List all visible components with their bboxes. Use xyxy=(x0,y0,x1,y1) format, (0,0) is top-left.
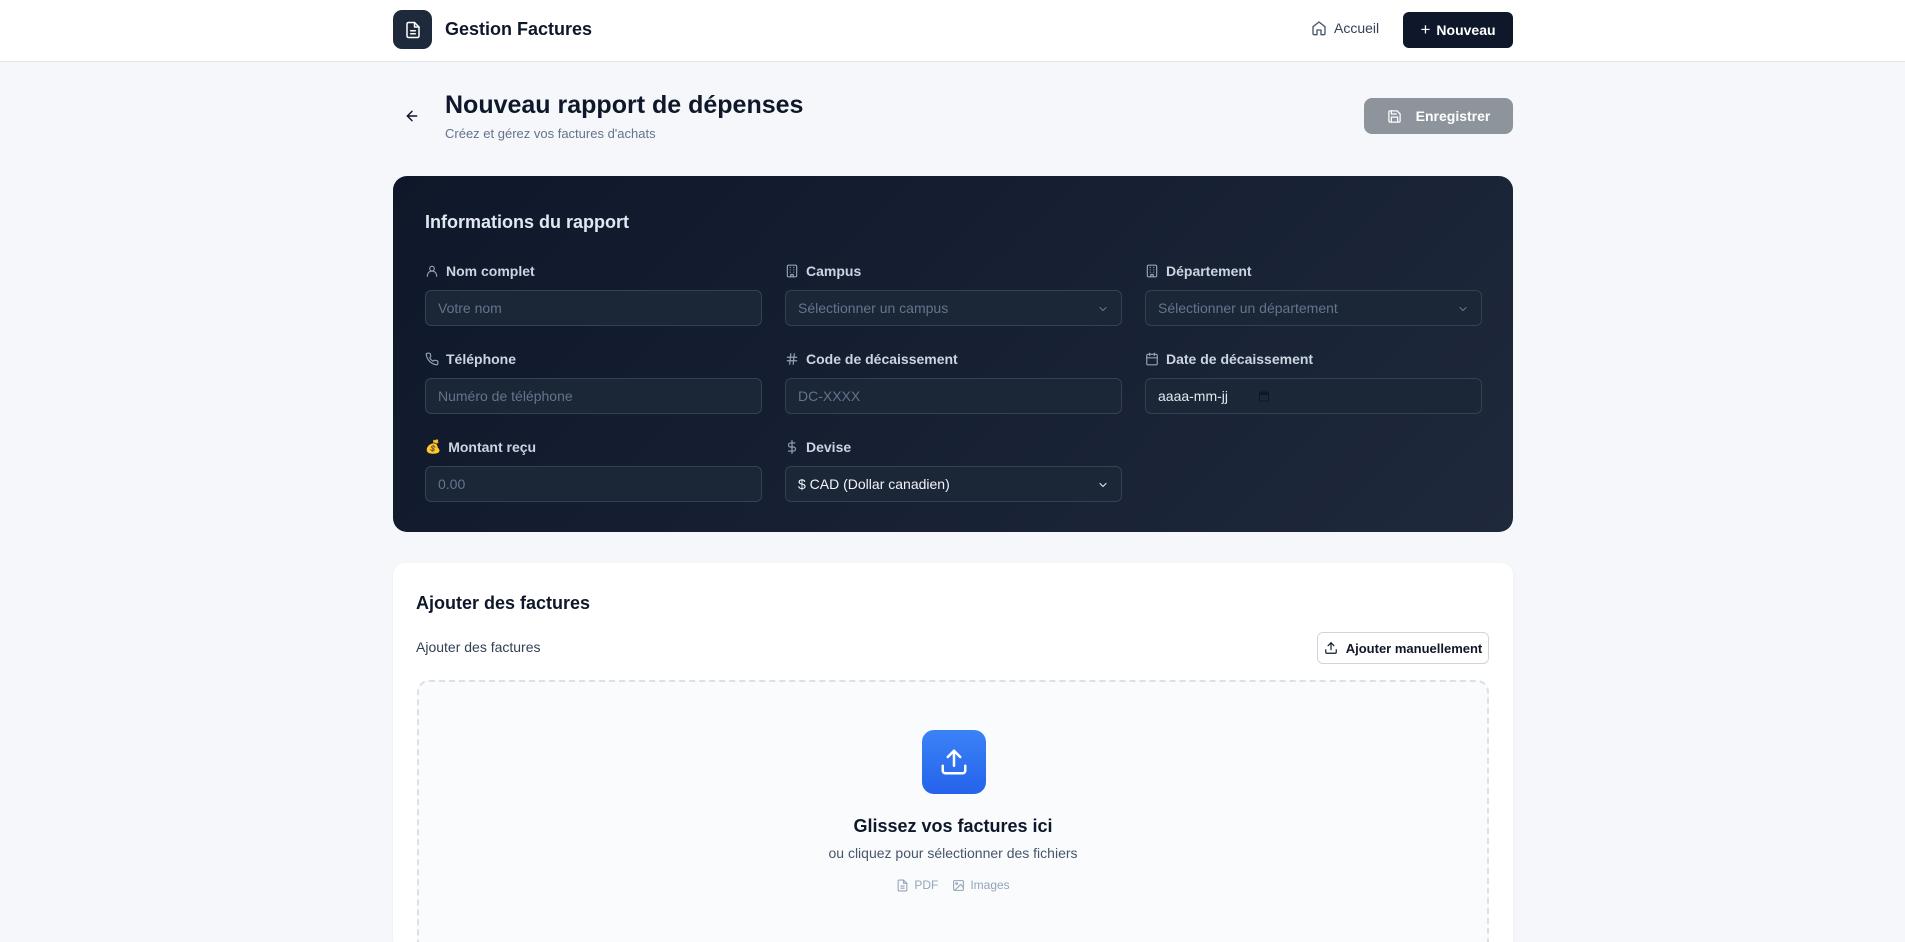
department-placeholder: Sélectionner un département xyxy=(1158,300,1338,316)
back-button[interactable] xyxy=(400,104,424,128)
nav-home-link[interactable]: Accueil xyxy=(1311,20,1379,36)
amount-label: Montant reçu xyxy=(448,439,537,455)
phone-label: Téléphone xyxy=(446,351,517,367)
campus-field-group: Campus Sélectionner un campus xyxy=(785,262,1122,326)
campus-select[interactable]: Sélectionner un campus xyxy=(785,290,1122,326)
calendar-icon xyxy=(1146,352,1158,366)
accepted-file-types: PDF Images xyxy=(419,878,1487,892)
add-manually-label: Ajouter manuellement xyxy=(1345,640,1483,656)
new-report-button[interactable]: + Nouveau xyxy=(1403,12,1513,48)
home-icon xyxy=(1312,21,1326,36)
campus-label: Campus xyxy=(806,263,862,279)
plus-icon: + xyxy=(1420,20,1431,39)
phone-icon xyxy=(425,352,439,366)
document-icon xyxy=(393,10,432,49)
department-select[interactable]: Sélectionner un département xyxy=(1145,290,1482,326)
chevron-down-icon xyxy=(1459,306,1467,312)
calendar-picker-icon[interactable] xyxy=(1258,390,1270,402)
brand-name: Gestion Factures xyxy=(445,19,593,39)
currency-label: Devise xyxy=(806,439,852,455)
invoices-card: Ajouter des factures Ajouter des facture… xyxy=(393,563,1513,942)
date-input[interactable]: aaaa-mm-jj xyxy=(1145,378,1482,414)
building-icon xyxy=(786,264,798,278)
money-bag-icon: 💰 xyxy=(425,439,442,454)
nav-home-label: Accueil xyxy=(1334,20,1380,36)
file-type-images: Images xyxy=(952,878,1010,892)
page-subtitle: Créez et gérez vos factures d'achats xyxy=(445,126,656,141)
brand[interactable]: Gestion Factures xyxy=(393,10,592,49)
currency-select[interactable]: $ CAD (Dollar canadien) xyxy=(785,466,1122,502)
save-label: Enregistrer xyxy=(1415,108,1491,124)
phone-input[interactable] xyxy=(438,388,749,404)
user-icon xyxy=(426,265,438,277)
currency-field-group: Devise $ CAD (Dollar canadien) xyxy=(785,438,1122,502)
amount-field-group: 💰 Montant reçu xyxy=(425,438,762,502)
upload-icon xyxy=(922,730,986,794)
currency-value: $ CAD (Dollar canadien) xyxy=(798,476,950,492)
image-icon xyxy=(953,879,965,891)
date-placeholder: aaaa-mm-jj xyxy=(1158,388,1229,404)
date-label: Date de décaissement xyxy=(1166,351,1314,367)
chevron-down-icon xyxy=(1099,482,1107,488)
code-input[interactable] xyxy=(798,388,1109,404)
name-field-group: Nom complet xyxy=(425,262,762,326)
building-icon xyxy=(1146,264,1158,278)
invoice-dropzone[interactable]: Glissez vos factures ici ou cliquez pour… xyxy=(417,680,1489,942)
hash-icon xyxy=(786,353,798,365)
new-report-label: Nouveau xyxy=(1436,22,1496,38)
campus-placeholder: Sélectionner un campus xyxy=(798,300,949,316)
date-field-group: Date de décaissement aaaa-mm-jj xyxy=(1145,350,1482,414)
page-title: Nouveau rapport de dépenses xyxy=(445,91,804,119)
add-manually-button[interactable]: Ajouter manuellement xyxy=(1317,632,1489,664)
upload-icon xyxy=(1324,642,1337,654)
dropzone-subtitle: ou cliquez pour sélectionner des fichier… xyxy=(828,845,1078,861)
phone-field-group: Téléphone xyxy=(425,350,762,414)
save-icon xyxy=(1387,109,1401,123)
code-field-group: Code de décaissement xyxy=(785,350,1122,414)
save-button[interactable]: Enregistrer xyxy=(1364,98,1513,134)
name-label: Nom complet xyxy=(446,263,535,279)
invoices-subtitle: Ajouter des factures xyxy=(416,639,541,655)
chevron-down-icon xyxy=(1099,306,1107,312)
top-navbar: Gestion Factures Accueil + Nouveau xyxy=(0,0,1905,62)
dropzone-title: Glissez vos factures ici xyxy=(853,816,1053,836)
arrow-left-icon xyxy=(406,110,418,122)
file-type-pdf: PDF xyxy=(896,878,938,892)
department-label: Département xyxy=(1166,263,1252,279)
invoices-title: Ajouter des factures xyxy=(416,593,591,613)
department-field-group: Département Sélectionner un département xyxy=(1145,262,1482,326)
file-icon xyxy=(897,879,908,891)
name-input[interactable] xyxy=(438,300,749,316)
report-info-card: Informations du rapport Nom complet Camp… xyxy=(393,176,1513,532)
amount-input[interactable] xyxy=(438,476,749,492)
code-label: Code de décaissement xyxy=(806,351,958,367)
report-info-title: Informations du rapport xyxy=(425,212,629,232)
dollar-icon xyxy=(787,440,797,454)
